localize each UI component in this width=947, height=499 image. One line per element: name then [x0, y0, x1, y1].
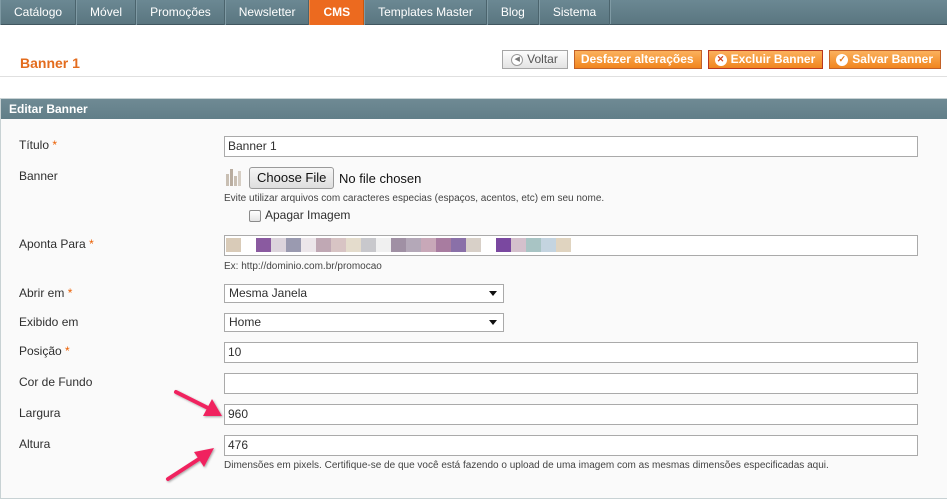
delete-image-checkbox[interactable] [249, 210, 261, 222]
annotation-arrow-altura [166, 448, 214, 481]
page-title: Banner 1 [20, 55, 80, 71]
titulo-label-text: Título [19, 138, 50, 152]
cor-de-fundo-label: Cor de Fundo [19, 375, 93, 389]
nav-item-promocoes[interactable]: Promoções [136, 0, 225, 25]
banner-label: Banner [19, 169, 58, 183]
aponta-para-hint: Ex: http://dominio.com.br/promocao [224, 261, 382, 272]
required-marker: * [52, 138, 58, 152]
redacted-url [226, 238, 571, 252]
titulo-label: Título * [19, 138, 57, 152]
nav-item-newsletter[interactable]: Newsletter [224, 0, 310, 25]
largura-input[interactable]: 960 [224, 404, 918, 425]
abrir-em-label: Abrir em * [19, 286, 72, 300]
top-nav: Catálogo Móvel Promoções Newsletter CMS … [0, 0, 947, 25]
delete-button-label: Excluir Banner [730, 52, 816, 66]
save-button-label: Salvar Banner [852, 52, 933, 66]
nav-item-sistema[interactable]: Sistema [538, 0, 611, 25]
nav-item-cms[interactable]: CMS [309, 0, 365, 25]
aponta-para-label-text: Aponta Para [19, 237, 86, 251]
back-button-label: Voltar [527, 52, 558, 66]
nav-item-catalogo[interactable]: Catálogo [0, 0, 77, 25]
reset-button-label: Desfazer alterações [580, 52, 694, 66]
posicao-input[interactable]: 10 [224, 342, 918, 363]
choose-file-button[interactable]: Choose File [249, 167, 335, 189]
abrir-em-label-text: Abrir em [19, 286, 65, 300]
nav-item-movel[interactable]: Móvel [76, 0, 137, 25]
abrir-em-value: Mesma Janela [229, 286, 308, 300]
nav-filler [610, 0, 947, 24]
checkmark-circle-icon: ✓ [836, 53, 849, 66]
arrow-left-circle-icon: ◀ [511, 53, 524, 66]
aponta-para-label: Aponta Para * [19, 237, 94, 251]
altura-hint: Dimensões em pixels. Certifique-se de qu… [224, 460, 829, 471]
x-circle-icon: ✕ [714, 53, 727, 66]
save-banner-button[interactable]: ✓ Salvar Banner [829, 50, 941, 69]
required-marker: * [65, 344, 70, 358]
posicao-label-text: Posição [19, 344, 62, 358]
nav-item-templates-master[interactable]: Templates Master [364, 0, 487, 25]
reset-button[interactable]: Desfazer alterações [573, 50, 702, 69]
panel-title: Editar Banner [1, 99, 947, 119]
largura-label: Largura [19, 406, 61, 420]
nav-item-blog[interactable]: Blog [486, 0, 539, 25]
delete-banner-button[interactable]: ✕ Excluir Banner [707, 50, 824, 69]
exibido-em-select[interactable]: Home [224, 313, 504, 332]
banner-hint: Evite utilizar arquivos com caracteres e… [224, 193, 605, 204]
page-header: Banner 1 ◀ Voltar Desfazer alterações ✕ … [0, 41, 947, 77]
posicao-label: Posição * [19, 344, 70, 358]
exibido-em-label: Exibido em [19, 315, 79, 329]
back-button[interactable]: ◀ Voltar [502, 50, 568, 69]
altura-input[interactable]: 476 [224, 435, 918, 456]
chevron-down-icon [489, 320, 497, 325]
required-marker: * [67, 286, 73, 300]
abrir-em-select[interactable]: Mesma Janela [224, 284, 504, 303]
banner-thumbnail [224, 167, 245, 188]
chevron-down-icon [489, 291, 497, 296]
header-actions: ◀ Voltar Desfazer alterações ✕ Excluir B… [502, 50, 941, 69]
file-status: No file chosen [339, 171, 422, 186]
cor-de-fundo-input[interactable] [224, 373, 918, 394]
exibido-em-value: Home [229, 315, 262, 329]
annotation-arrow-largura [174, 390, 222, 416]
titulo-input[interactable]: Banner 1 [224, 136, 918, 157]
required-marker: * [89, 237, 94, 251]
altura-label: Altura [19, 437, 51, 451]
delete-image-label: Apagar Imagem [265, 208, 351, 222]
